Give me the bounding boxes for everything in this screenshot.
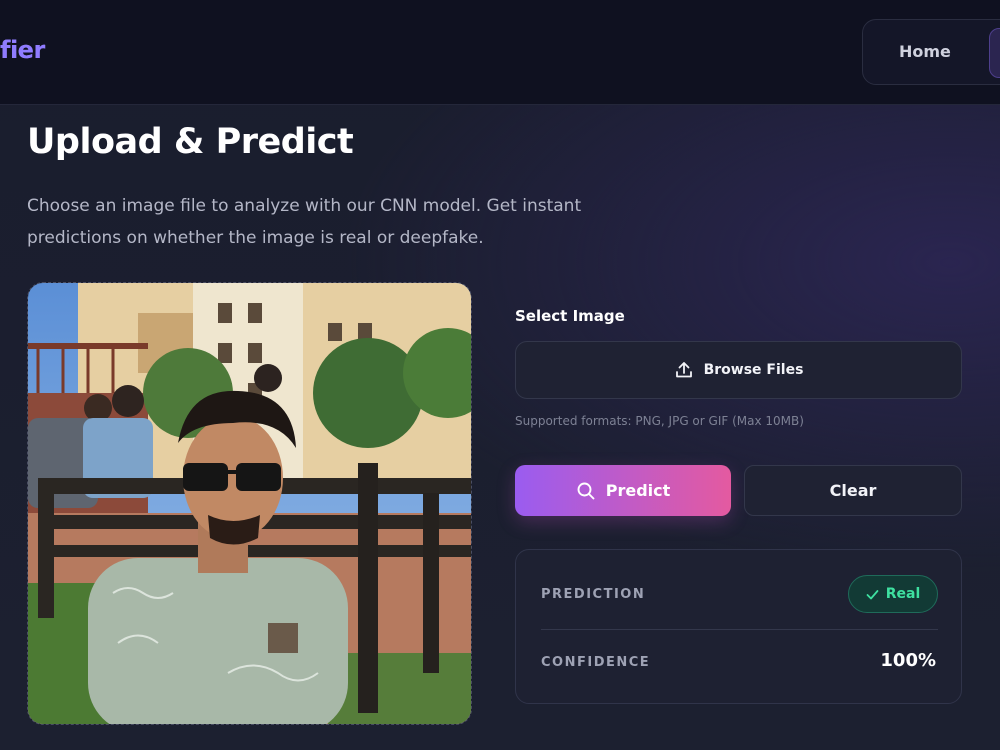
- upload-icon: [675, 362, 692, 378]
- select-image-label: Select Image: [515, 307, 625, 325]
- confidence-label: CONFIDENCE: [541, 655, 651, 670]
- supported-formats-hint: Supported formats: PNG, JPG or GIF (Max …: [515, 414, 804, 428]
- search-icon: [577, 482, 595, 499]
- prediction-badge: Real: [848, 575, 938, 613]
- check-icon: [866, 589, 879, 599]
- prediction-label: PREDICTION: [541, 587, 646, 602]
- clear-label: Clear: [829, 481, 877, 500]
- predict-button[interactable]: Predict: [515, 465, 731, 516]
- result-card: PREDICTION Real CONFIDENCE 100%: [515, 549, 962, 704]
- page-title: Upload & Predict: [27, 122, 354, 162]
- result-divider: [541, 629, 938, 630]
- prediction-value: Real: [885, 586, 921, 602]
- clear-button[interactable]: Clear: [744, 465, 962, 516]
- top-navbar: fier Home: [0, 0, 1000, 105]
- image-preview: [27, 282, 472, 725]
- predict-label: Predict: [605, 481, 671, 500]
- nav-menu: Home: [862, 19, 1000, 85]
- page-subtitle: Choose an image file to analyze with our…: [27, 196, 582, 248]
- nav-home-link[interactable]: Home: [899, 42, 951, 61]
- browse-files-button[interactable]: Browse Files: [515, 341, 962, 399]
- browse-files-label: Browse Files: [703, 362, 804, 378]
- nav-active-item[interactable]: [989, 28, 1000, 78]
- uploaded-photo: [28, 283, 471, 724]
- confidence-value: 100%: [880, 650, 936, 671]
- brand-logo-text[interactable]: fier: [0, 36, 45, 64]
